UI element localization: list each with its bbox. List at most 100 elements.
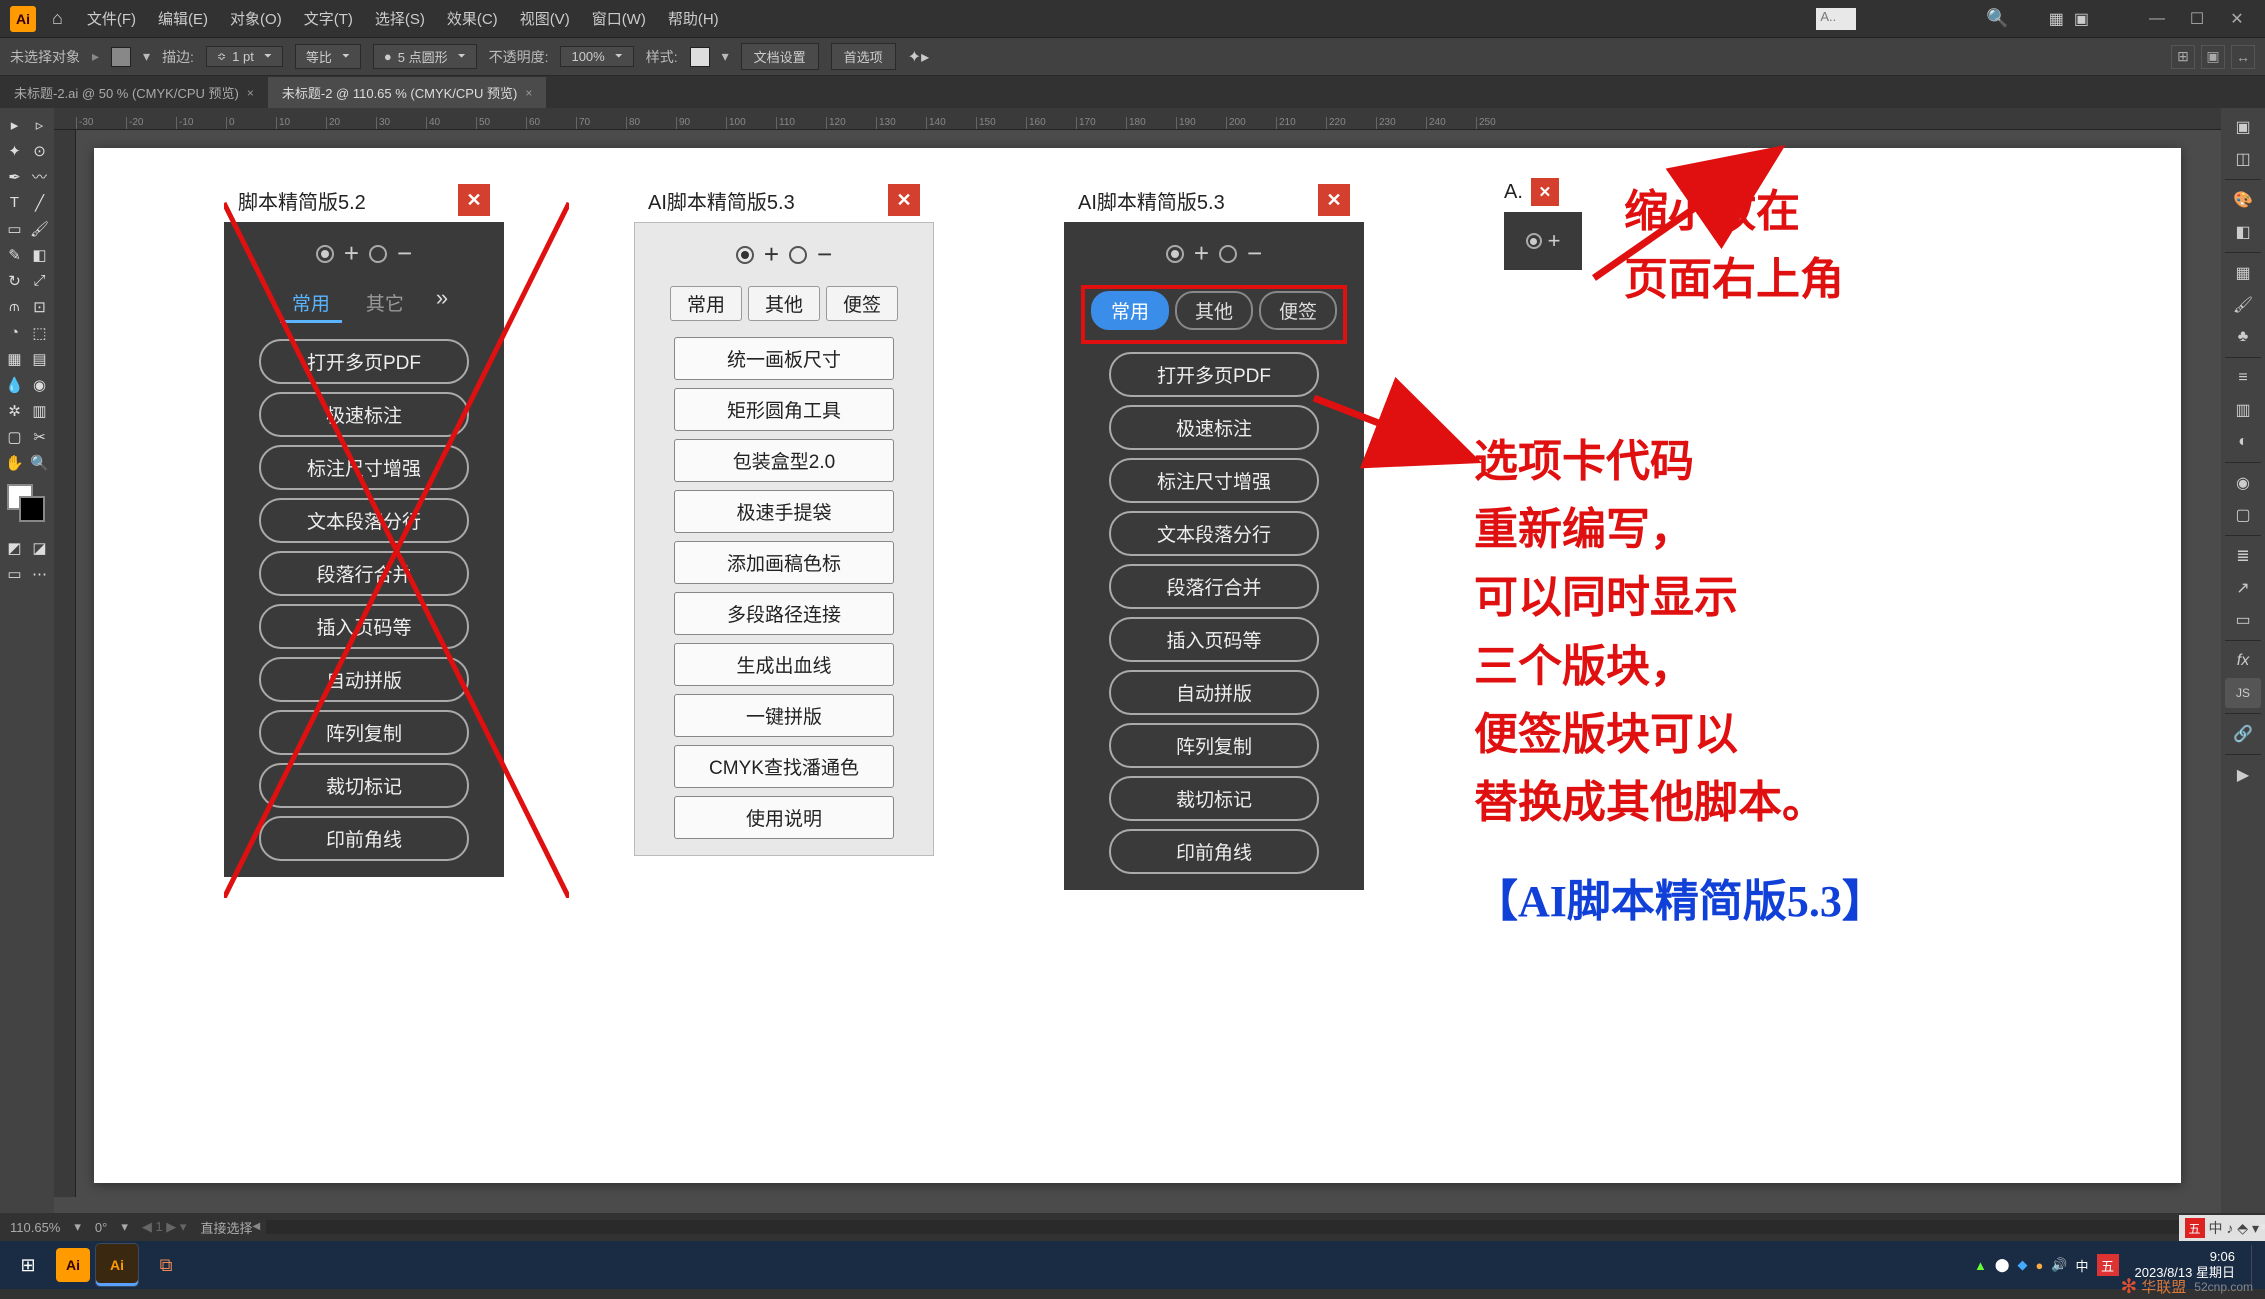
tray-icon[interactable]: ⬤ [1995,1257,2010,1273]
fx-panel-icon[interactable]: fx [2225,646,2261,676]
transparency-panel-icon[interactable]: ◐ [2225,427,2261,457]
radio-icon[interactable] [369,245,387,263]
radio-icon[interactable] [789,246,807,264]
brushes-panel-icon[interactable]: 🖌 [2225,290,2261,320]
horizontal-scrollbar[interactable] [266,1220,2255,1234]
taskbar-app-icon[interactable]: ⧉ [144,1245,188,1285]
script-button[interactable]: 矩形圆角工具 [674,388,894,431]
tray-icon[interactable]: ◆ [2017,1257,2027,1273]
radio-icon[interactable] [1219,245,1237,263]
doc-tab-2[interactable]: 未标题-2 @ 110.65 % (CMYK/CPU 预览)× [268,77,546,108]
document-setup-button[interactable]: 文档设置 [741,43,819,70]
shape-builder-tool[interactable]: ◔ [2,320,27,345]
js-panel-icon[interactable]: JS [2225,678,2261,708]
scale-tool[interactable]: ⤢ [27,268,52,293]
script-button[interactable]: CMYK查找潘通色 [674,745,894,788]
direct-selection-tool[interactable]: ▹ [27,112,52,137]
script-button[interactable]: 段落行合并 [259,551,469,596]
width-tool[interactable]: ⫙ [2,294,27,319]
tab-other[interactable]: 其它 [348,285,422,323]
graphic-styles-panel-icon[interactable]: ▢ [2225,500,2261,530]
menu-help[interactable]: 帮助(H) [660,8,727,29]
script-button[interactable]: 插入页码等 [1109,617,1319,662]
radio-icon[interactable] [1526,233,1542,249]
scale-mode-select[interactable]: 等比 [295,44,361,69]
script-button[interactable]: 自动拼版 [259,657,469,702]
gradient-tool[interactable]: ▤ [27,346,52,371]
play-panel-icon[interactable]: ▶ [2225,760,2261,790]
tab-notes[interactable]: 便签 [1259,291,1337,330]
lasso-tool[interactable]: ⊙ [27,138,52,163]
menu-edit[interactable]: 编辑(E) [150,8,216,29]
close-icon[interactable]: × [247,86,254,100]
ime-tray[interactable]: 五 中 ♪ ⬘ ▾ [2179,1215,2265,1241]
script-button[interactable]: 裁切标记 [1109,776,1319,821]
script-button[interactable]: 文本段落分行 [1109,511,1319,556]
appearance-panel-icon[interactable]: ◉ [2225,468,2261,498]
radio-icon[interactable] [1166,245,1184,263]
opt-icon-2[interactable]: ▣ [2201,45,2225,69]
script-button[interactable]: 段落行合并 [1109,564,1319,609]
taskbar-ai-icon-active[interactable]: Ai [96,1244,138,1286]
script-button[interactable]: 多段路径连接 [674,592,894,635]
script-button[interactable]: 添加画稿色标 [674,541,894,584]
perspective-tool[interactable]: ⬚ [27,320,52,345]
type-tool[interactable]: T [2,190,27,215]
menu-object[interactable]: 对象(O) [222,8,290,29]
layers-panel-icon[interactable]: ≣ [2225,541,2261,571]
menu-window[interactable]: 窗口(W) [584,8,654,29]
chevron-right-icon[interactable]: » [436,285,448,323]
palette-close-button[interactable]: ✕ [888,184,920,216]
zoom-tool[interactable]: 🔍 [27,450,52,475]
blend-tool[interactable]: ◉ [27,372,52,397]
menu-select[interactable]: 选择(S) [367,8,433,29]
palette-close-button[interactable]: ✕ [1318,184,1350,216]
doc-tab-1[interactable]: 未标题-2.ai @ 50 % (CMYK/CPU 预览)× [0,77,268,108]
rotate-tool[interactable]: ↻ [2,268,27,293]
tab-notes[interactable]: 便签 [826,286,898,321]
style-swatch[interactable] [690,47,710,67]
graph-tool[interactable]: ▥ [27,398,52,423]
palette-close-button[interactable]: ✕ [1531,178,1559,206]
script-button[interactable]: 自动拼版 [1109,670,1319,715]
opacity-select[interactable]: 100% [560,46,633,67]
fill-mode-icon[interactable]: ◩ [2,535,27,560]
palette-close-button[interactable]: ✕ [458,184,490,216]
eraser-tool[interactable]: ◧ [27,242,52,267]
top-search-box[interactable]: A.. [1816,8,1856,30]
stroke-panel-icon[interactable]: ≡ [2225,363,2261,393]
script-button[interactable]: 生成出血线 [674,643,894,686]
script-button[interactable]: 印前角线 [1109,829,1319,874]
zoom-level[interactable]: 110.65% [10,1220,60,1235]
tab-other[interactable]: 其他 [1175,291,1253,330]
free-transform-tool[interactable]: ⊡ [27,294,52,319]
radio-icon[interactable] [316,245,334,263]
fill-swatch[interactable] [111,47,131,67]
window-maximize-button[interactable]: ☐ [2179,6,2215,32]
script-button[interactable]: 使用说明 [674,796,894,839]
close-icon[interactable]: × [525,86,532,100]
color-guide-panel-icon[interactable]: ◧ [2225,217,2261,247]
draw-mode-icon[interactable]: ◪ [27,535,52,560]
tray-volume-icon[interactable]: 🔊 [2051,1257,2067,1273]
home-icon[interactable]: ⌂ [42,8,73,29]
script-button[interactable]: 极速标注 [259,392,469,437]
color-panel-icon[interactable]: 🎨 [2225,185,2261,215]
edit-toolbar-button[interactable]: ⋯ [27,561,52,586]
curvature-tool[interactable]: 〰 [27,164,52,189]
gradient-panel-icon[interactable]: ▥ [2225,395,2261,425]
tab-common[interactable]: 常用 [280,285,342,323]
libraries-panel-icon[interactable]: ◫ [2225,144,2261,174]
tray-ime-icon[interactable]: 中 [2076,1256,2089,1275]
tab-common[interactable]: 常用 [670,286,742,321]
tray-ime-badge[interactable]: 五 [2097,1254,2119,1276]
symbols-panel-icon[interactable]: ♣ [2225,322,2261,352]
hand-tool[interactable]: ✋ [2,450,27,475]
start-button[interactable]: ⊞ [6,1245,50,1285]
script-button[interactable]: 标注尺寸增强 [259,445,469,490]
links-panel-icon[interactable]: 🔗 [2225,719,2261,749]
shaper-tool[interactable]: ✎ [2,242,27,267]
script-button[interactable]: 统一画板尺寸 [674,337,894,380]
menu-file[interactable]: 文件(F) [79,8,144,29]
tray-icon[interactable]: ▲ [1974,1258,1987,1273]
